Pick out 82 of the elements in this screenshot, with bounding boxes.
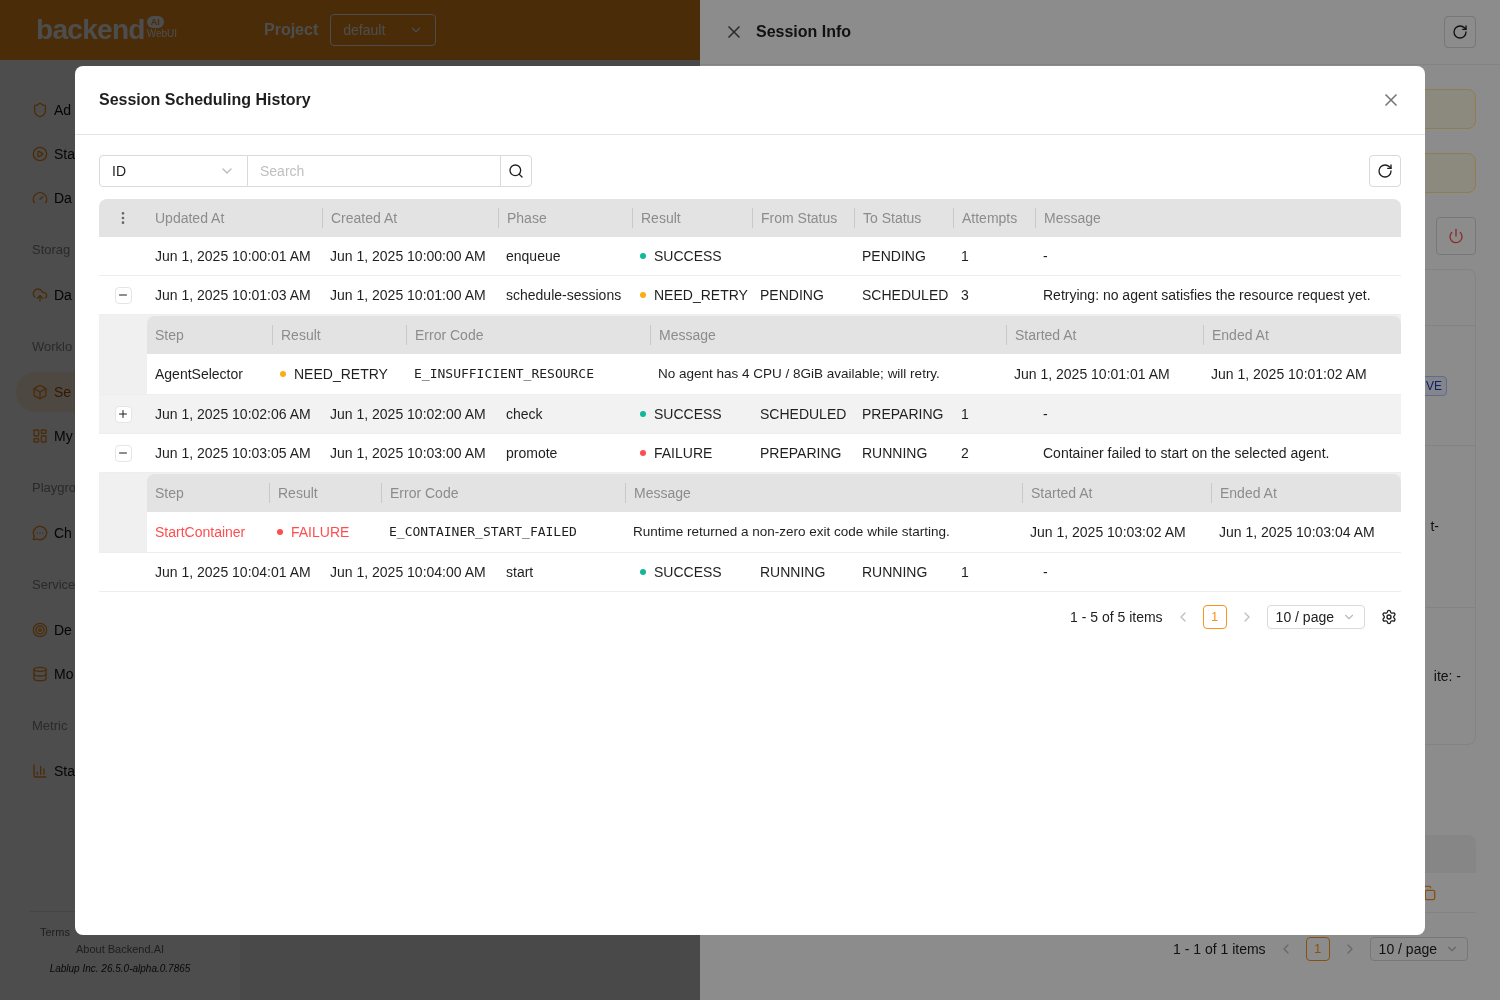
- table-cell-text: Jun 1, 2025 10:02:00 AM: [329, 404, 487, 424]
- table-cell-text: Jun 1, 2025 10:04:00 AM: [329, 562, 487, 582]
- table-cell-text: AgentSelector: [154, 364, 244, 384]
- table-cell-text: Jun 1, 2025 10:01:00 AM: [329, 285, 487, 305]
- table-cell-text: Jun 1, 2025 10:04:01 AM: [154, 562, 312, 582]
- result-text: SUCCESS: [654, 404, 722, 424]
- table-cell-text: Retrying: no agent satisfies the resource request yet.: [1042, 285, 1372, 305]
- column-header: Started At: [1014, 325, 1078, 345]
- table-cell-text: promote: [505, 443, 559, 463]
- table-cell: SCHEDULED: [760, 405, 847, 422]
- table-cell-text: PREPARING: [861, 404, 945, 424]
- table-cell-text: -: [1042, 246, 1049, 266]
- table-cell-text: check: [505, 404, 544, 424]
- table-cell-text: RUNNING: [861, 562, 929, 582]
- column-header: To Status: [862, 208, 923, 228]
- pagination-summary: 1 - 5 of 5 items: [1070, 607, 1163, 627]
- result-text: NEED_RETRY: [654, 285, 748, 305]
- table-cell-text: Jun 1, 2025 10:03:02 AM: [1029, 522, 1187, 542]
- table-cell-text: Runtime returned a non-zero exit code while starting.: [632, 522, 951, 541]
- table-cell-text: SCHEDULED: [861, 285, 950, 305]
- column-header: Message: [658, 325, 717, 345]
- table-cell-text: Jun 1, 2025 10:02:06 AM: [154, 404, 312, 424]
- table-cell-text: -: [1042, 404, 1049, 424]
- table-cell-text: 3: [960, 285, 970, 305]
- table-cell-text: E_INSUFFICIENT_RESOURCE: [413, 365, 595, 384]
- table-cell-text: StartContainer: [154, 522, 247, 542]
- table-cell-text: start: [505, 562, 535, 582]
- column-header: Result: [280, 325, 322, 345]
- column-header: Ended At: [1211, 325, 1270, 345]
- table-cell-text: Jun 1, 2025 10:03:00 AM: [329, 443, 487, 463]
- column-header: Created At: [330, 208, 399, 228]
- column-header: Result: [277, 483, 319, 503]
- pagination-summary: 1 - 1 of 1 items: [1173, 939, 1266, 959]
- column-header: Step: [154, 325, 185, 345]
- table-cell: PREPARING: [760, 444, 842, 461]
- table-cell-text: Jun 1, 2025 10:01:02 AM: [1210, 364, 1368, 384]
- column-header: Updated At: [154, 208, 226, 228]
- table-cell-text: Jun 1, 2025 10:01:03 AM: [154, 285, 312, 305]
- version-text: Lablup Inc. 26.5.0-alpha.0.7865: [49, 962, 191, 976]
- table-cell-text: RUNNING: [861, 443, 929, 463]
- column-header: Attempts: [961, 208, 1019, 228]
- column-header: Message: [633, 483, 692, 503]
- table-cell-text: PENDING: [861, 246, 927, 266]
- column-header: Ended At: [1219, 483, 1278, 503]
- table-cell-text: -: [1042, 562, 1049, 582]
- drawer-title: Session Info: [756, 22, 852, 42]
- column-header: Message: [1043, 208, 1102, 228]
- table-cell-text: Container failed to start on the selected agent.: [1042, 443, 1331, 463]
- table-cell-text: 1: [960, 404, 970, 424]
- column-header: Started At: [1030, 483, 1094, 503]
- logo-badge: AI: [146, 16, 164, 28]
- result-text: FAILURE: [654, 443, 713, 463]
- logo-wordmark: backend: [36, 13, 145, 47]
- result-text: SUCCESS: [654, 562, 722, 582]
- table-cell-text: E_CONTAINER_START_FAILED: [388, 523, 578, 542]
- table-cell: PENDING: [760, 286, 824, 303]
- table-cell-text: 2: [960, 443, 970, 463]
- table-cell-text: Jun 1, 2025 10:00:01 AM: [154, 246, 312, 266]
- column-header: From Status: [760, 208, 839, 228]
- table-cell: RUNNING: [760, 563, 826, 580]
- column-header: Step: [154, 483, 185, 503]
- column-header: Phase: [506, 208, 548, 228]
- table-cell-text: enqueue: [505, 246, 562, 266]
- info-value: t-: [1430, 517, 1439, 536]
- table-cell-text: Jun 1, 2025 10:03:05 AM: [154, 443, 312, 463]
- table-cell-text: 1: [960, 246, 970, 266]
- table-cell-text: 1: [960, 562, 970, 582]
- column-header: Result: [640, 208, 682, 228]
- table-cell-text: Jun 1, 2025 10:03:04 AM: [1218, 522, 1376, 542]
- column-header: Error Code: [414, 325, 485, 345]
- table-cell-text: Jun 1, 2025 10:01:01 AM: [1013, 364, 1171, 384]
- column-header: Error Code: [389, 483, 460, 503]
- logo-subtitle: WebUI: [146, 28, 178, 40]
- info-value: ite: -: [1433, 666, 1461, 686]
- table-cell-text: No agent has 4 CPU / 8GiB available; will retry.: [657, 364, 941, 383]
- result-text: FAILURE: [291, 522, 350, 542]
- table-cell-text: Jun 1, 2025 10:00:00 AM: [329, 246, 487, 266]
- table-cell-text: schedule-sessions: [505, 285, 623, 305]
- result-text: SUCCESS: [654, 246, 722, 266]
- project-label: Project: [264, 20, 319, 40]
- dialog-title: Session Scheduling History: [99, 90, 311, 110]
- result-text: NEED_RETRY: [294, 364, 388, 384]
